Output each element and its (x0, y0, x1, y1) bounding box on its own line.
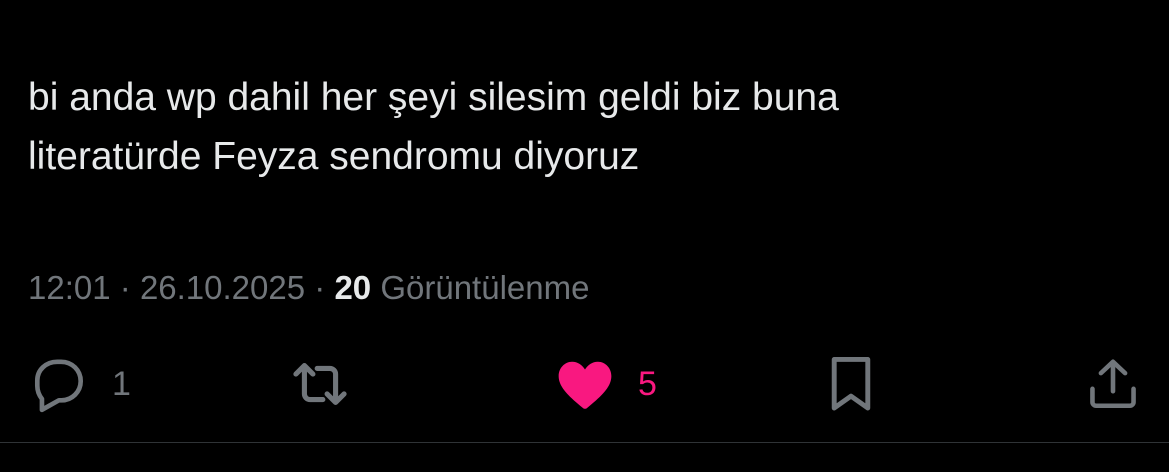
reply-button[interactable]: 1 (28, 348, 131, 420)
like-count: 5 (638, 365, 657, 403)
divider (0, 442, 1169, 443)
retweet-button[interactable] (286, 348, 376, 420)
meta-separator: · (119, 269, 131, 306)
views-count: 20 (334, 269, 372, 306)
tweet-meta: 12:01 · 26.10.2025 · 20 Görüntülenme (28, 266, 589, 310)
bookmark-button[interactable] (824, 348, 878, 420)
retweet-icon (286, 350, 354, 418)
action-bar: 1 5 (0, 348, 1169, 420)
like-button[interactable]: 5 (554, 348, 657, 420)
heart-icon (554, 353, 616, 415)
tweet-time[interactable]: 12:01 (28, 269, 111, 306)
tweet-text: bi anda wp dahil her şeyi silesim geldi … (28, 76, 839, 178)
meta-separator: · (314, 269, 326, 306)
reply-icon (28, 353, 90, 415)
share-button[interactable] (1084, 348, 1142, 420)
share-icon (1084, 353, 1142, 415)
views-label: Görüntülenme (380, 269, 590, 306)
tweet-date[interactable]: 26.10.2025 (140, 269, 305, 306)
bookmark-icon (824, 353, 878, 415)
reply-count: 1 (112, 365, 131, 403)
